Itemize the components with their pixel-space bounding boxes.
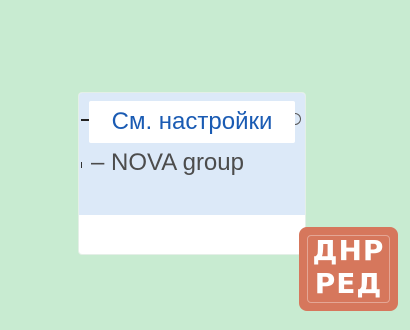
edge-arrow-icon <box>294 113 301 125</box>
edge-tick <box>81 162 82 168</box>
settings-button[interactable]: См. настройки <box>89 101 295 143</box>
settings-label: См. настройки <box>111 108 273 135</box>
group-item[interactable]: – NOVA group <box>91 151 244 175</box>
watermark-line-1: ДНР <box>312 234 385 267</box>
edge-dash <box>81 119 89 121</box>
settings-popup: См. настройки – NOVA group <box>79 93 305 254</box>
popup-panel: См. настройки – NOVA group <box>79 93 305 215</box>
watermark-line-2: РЕД <box>314 267 383 300</box>
watermark-logo: ДНР РЕД <box>299 227 398 311</box>
